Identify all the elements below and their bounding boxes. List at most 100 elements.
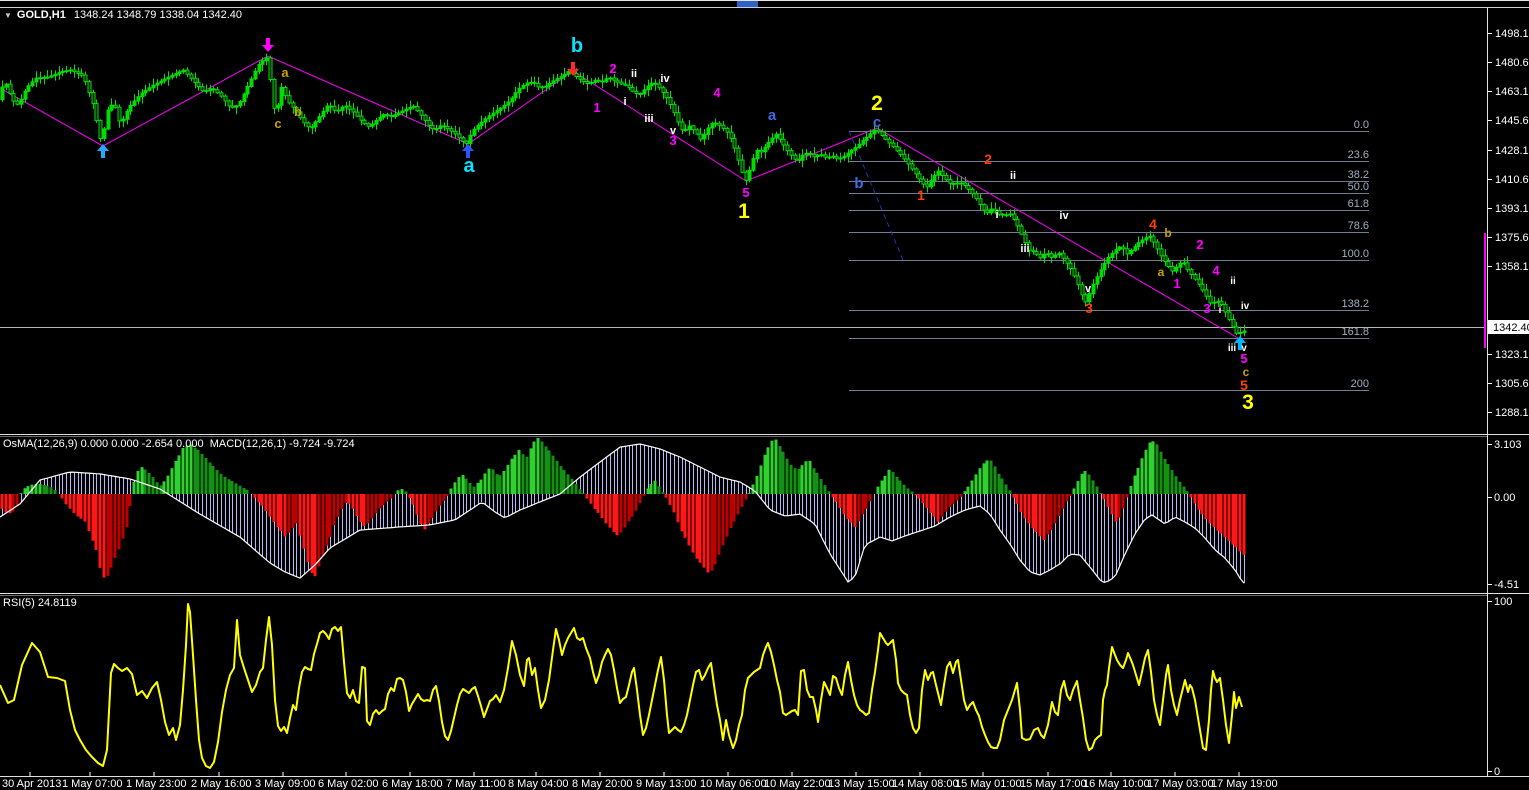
elliott-wave-label[interactable]: 4 [713, 85, 721, 100]
elliott-wave-label[interactable]: iv [1059, 210, 1069, 222]
osma-bar [385, 494, 389, 502]
price-tick-label: 1463.10 [1495, 86, 1529, 98]
osma-bar [895, 476, 899, 494]
elliott-wave-label[interactable]: v [1085, 283, 1092, 295]
elliott-wave-label[interactable]: 2 [984, 151, 992, 167]
time-tick-label: 8 May 20:00 [572, 778, 633, 790]
elliott-wave-label[interactable]: ii [631, 68, 637, 80]
osma-bar [1015, 494, 1019, 504]
osma-bar [434, 494, 438, 512]
osma-bar [778, 446, 782, 494]
osma-bar [887, 469, 891, 494]
osma-axis-label: 0.00 [1494, 492, 1515, 504]
elliott-wave-label[interactable]: c [873, 114, 881, 131]
osma-bar [177, 455, 181, 494]
osma-bar [1182, 486, 1186, 494]
osma-bar [849, 494, 853, 523]
osma-bar [53, 490, 57, 494]
osma-bar [283, 494, 287, 537]
symbol-label: GOLD,H1 [16, 9, 66, 21]
elliott-wave-label[interactable]: 5 [742, 185, 749, 200]
osma-bar [1178, 481, 1182, 494]
osma-bar [510, 458, 514, 494]
rsi-axis-label: 100 [1494, 596, 1512, 608]
osma-bar [517, 449, 521, 494]
elliott-wave-label[interactable]: 1 [738, 200, 750, 223]
osma-bar [15, 494, 19, 505]
elliott-wave-label[interactable]: a [281, 65, 289, 80]
osma-bar [1049, 494, 1053, 531]
elliott-wave-label[interactable]: 3 [1085, 300, 1093, 316]
time-tick-label: 17 May 19:00 [1211, 778, 1278, 790]
elliott-wave-label[interactable]: iv [660, 73, 670, 85]
elliott-wave-label[interactable]: 4 [1149, 216, 1157, 232]
osma-bar [1076, 481, 1080, 494]
osma-bar [695, 494, 699, 559]
elliott-wave-label[interactable]: b [571, 35, 583, 57]
osma-bar [94, 494, 98, 550]
elliott-wave-label[interactable]: v [670, 125, 677, 137]
elliott-wave-label[interactable]: 2 [871, 92, 883, 115]
elliott-wave-label[interactable]: v [1241, 343, 1247, 354]
elliott-wave-label[interactable]: c [274, 116, 281, 131]
elliott-wave-label[interactable]: a [1158, 265, 1165, 279]
elliott-wave-label[interactable]: ii [1230, 276, 1236, 287]
osma-bar [623, 494, 627, 528]
osma-bar [630, 494, 634, 517]
osma-bar [1106, 494, 1110, 507]
horizontal-scrollbar-thumb[interactable] [737, 1, 758, 7]
osma-bar [445, 494, 449, 496]
osma-bar [925, 494, 929, 509]
time-tick-label: 10 May 22:00 [764, 778, 831, 790]
elliott-wave-label[interactable]: 3 [1242, 391, 1254, 414]
elliott-wave-label[interactable]: 2 [1196, 237, 1203, 252]
osma-bar [540, 441, 544, 494]
elliott-wave-label[interactable]: 1 [593, 100, 600, 115]
osma-bar [940, 494, 944, 517]
elliott-wave-label[interactable]: ii [1010, 170, 1016, 182]
elliott-wave-label[interactable]: i [995, 209, 998, 221]
osma-bar [1083, 471, 1087, 494]
elliott-wave-label[interactable]: iii [644, 113, 653, 125]
osma-bar [472, 486, 476, 494]
elliott-wave-label[interactable]: a [463, 155, 475, 177]
time-tick-label: 6 May 02:00 [318, 778, 379, 790]
fib-level-label: 100.0 [1341, 248, 1369, 260]
osma-bar [279, 494, 283, 532]
osma-bar [1114, 494, 1118, 522]
chart-dropdown-icon[interactable]: ▼ [4, 11, 12, 20]
osma-bar [1197, 494, 1201, 510]
elliott-wave-label[interactable]: i [623, 96, 626, 108]
elliott-wave-label[interactable]: b [1164, 226, 1171, 240]
elliott-wave-label[interactable]: a [768, 107, 777, 124]
elliott-wave-label[interactable]: iii [1020, 243, 1029, 255]
osma-bar [495, 474, 499, 494]
osma-bar [532, 441, 536, 494]
osma-bar [687, 494, 691, 546]
osma-axis-label: 3.103 [1494, 439, 1522, 451]
osma-bar [963, 491, 967, 494]
osma-bar [1227, 494, 1231, 541]
elliott-wave-label[interactable]: i [1219, 305, 1222, 316]
elliott-wave-label[interactable]: 2 [609, 61, 616, 76]
elliott-wave-label[interactable]: 4 [1212, 263, 1220, 278]
osma-bar [970, 480, 974, 494]
time-tick-label: 3 May 09:00 [255, 778, 316, 790]
elliott-wave-label[interactable]: b [294, 104, 302, 119]
elliott-wave-label[interactable]: b [854, 175, 863, 192]
elliott-wave-label[interactable]: iv [1241, 301, 1250, 312]
osma-bar [785, 458, 789, 494]
osma-bar [181, 448, 185, 494]
elliott-wave-label[interactable]: c [1243, 365, 1250, 379]
fib-level-label: 38.2 [1348, 169, 1369, 181]
chart-canvas[interactable]: 0.023.638.250.061.878.6100.0138.2161.820… [0, 0, 1529, 790]
elliott-wave-label[interactable]: 1 [1173, 276, 1180, 291]
osma-bar [1027, 494, 1031, 524]
elliott-wave-label[interactable]: iii [1228, 343, 1237, 354]
elliott-wave-label[interactable]: 5 [1240, 377, 1248, 393]
osma-bar [491, 469, 495, 494]
osma-bar [566, 474, 570, 494]
elliott-wave-label[interactable]: 3 [1203, 301, 1210, 316]
elliott-wave-label[interactable]: 1 [917, 187, 925, 203]
price-tick-label: 1305.60 [1495, 378, 1529, 390]
